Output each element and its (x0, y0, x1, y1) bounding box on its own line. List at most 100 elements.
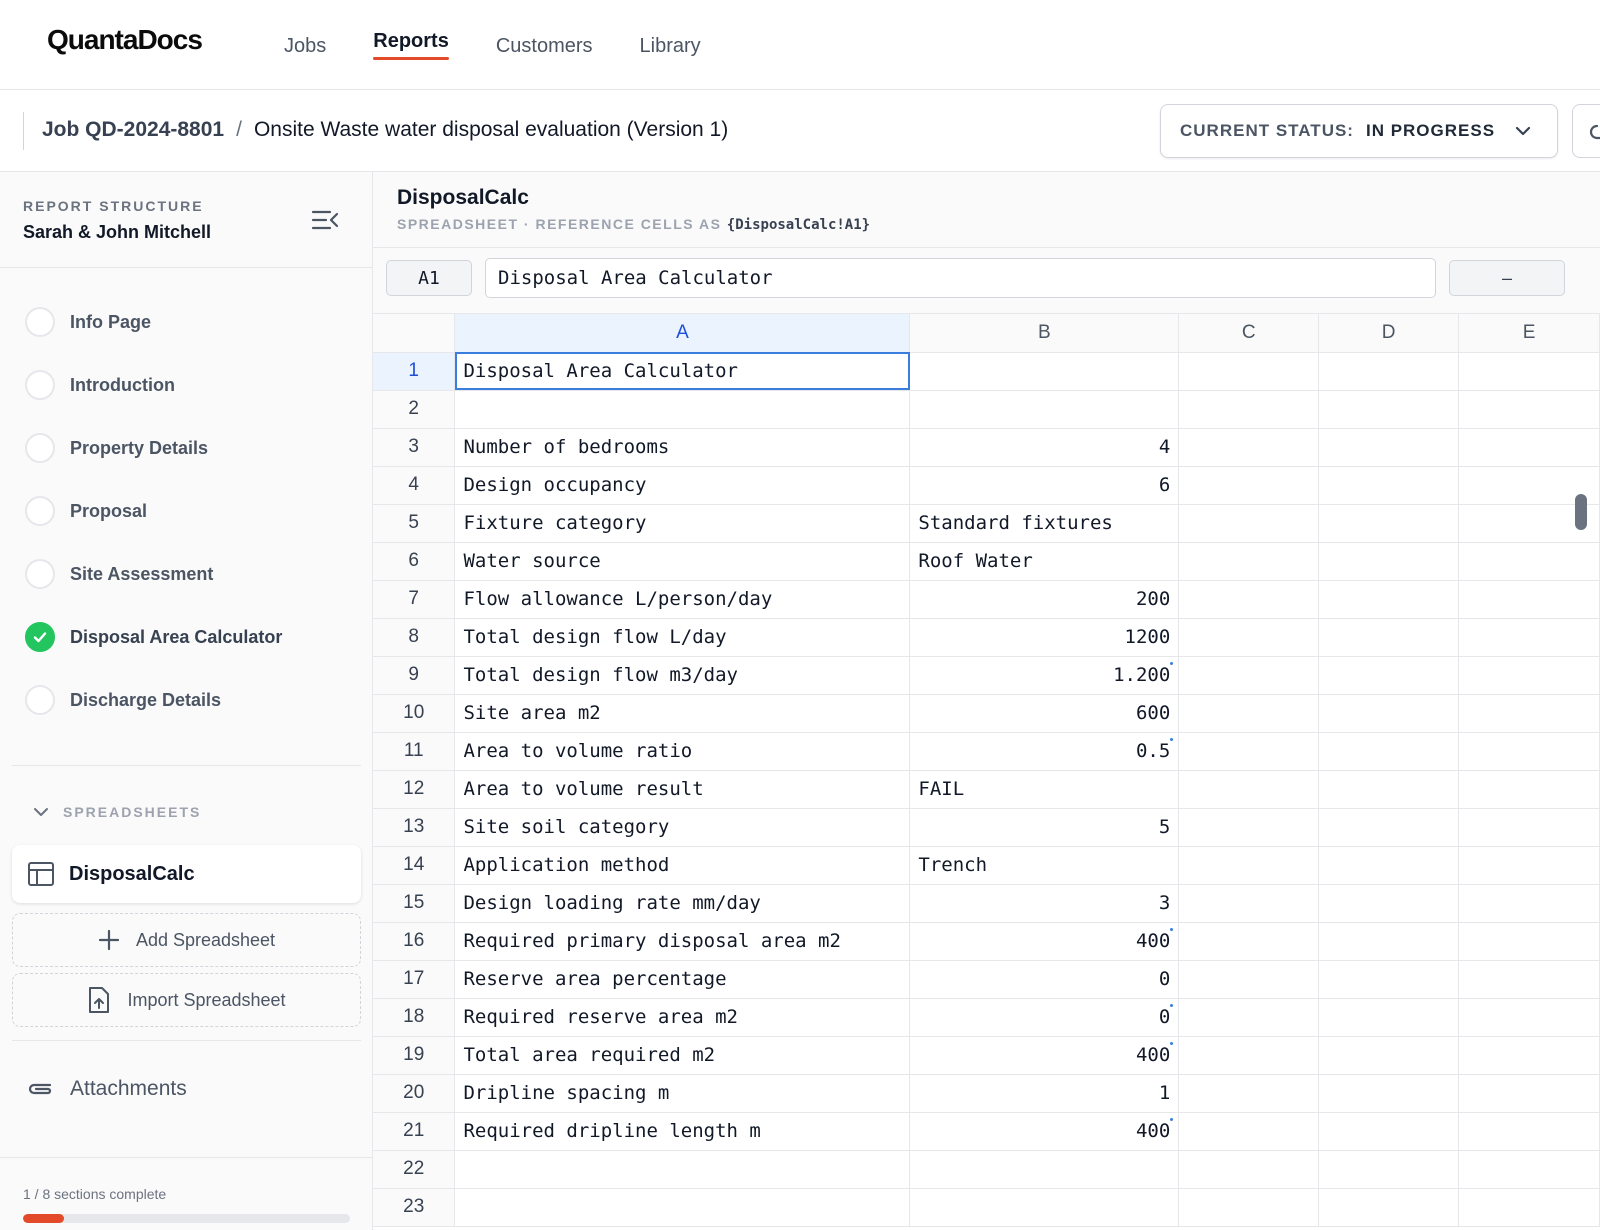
cell-b[interactable]: 6 (909, 466, 1180, 505)
cell-b[interactable]: Trench (909, 846, 1180, 885)
cell-c[interactable] (1178, 656, 1320, 695)
cell-c[interactable] (1178, 960, 1320, 999)
section-item-site-assessment[interactable]: Site Assessment (12, 548, 362, 600)
cell-a[interactable]: Design occupancy (454, 466, 911, 505)
cell-a[interactable]: Fixture category (454, 504, 911, 543)
column-header-e[interactable]: E (1458, 314, 1600, 353)
cell-a[interactable]: Required reserve area m2 (454, 998, 911, 1037)
cell-a[interactable] (454, 1188, 911, 1227)
column-header-c[interactable]: C (1178, 314, 1320, 353)
cell-b[interactable]: FAIL (909, 770, 1180, 809)
nav-library[interactable]: Library (640, 0, 701, 90)
cell-c[interactable] (1178, 1036, 1320, 1075)
cell-e[interactable] (1458, 694, 1600, 733)
cell-c[interactable] (1178, 580, 1320, 619)
row-header[interactable]: 5 (373, 504, 456, 543)
cell-a[interactable]: Area to volume result (454, 770, 911, 809)
row-header[interactable]: 19 (373, 1036, 456, 1075)
attachments-link[interactable]: Attachments (26, 1077, 187, 1101)
cell-b[interactable]: 400 (909, 1112, 1180, 1151)
cell-c[interactable] (1178, 542, 1320, 581)
cell-a[interactable]: Application method (454, 846, 911, 885)
row-header[interactable]: 6 (373, 542, 456, 581)
formula-input[interactable] (485, 258, 1436, 298)
cell-c[interactable] (1178, 466, 1320, 505)
row-header[interactable]: 14 (373, 846, 456, 885)
cell-a[interactable]: Flow allowance L/person/day (454, 580, 911, 619)
row-header[interactable]: 7 (373, 580, 456, 619)
row-header[interactable]: 15 (373, 884, 456, 923)
nav-jobs[interactable]: Jobs (284, 0, 326, 90)
cell-e[interactable] (1458, 770, 1600, 809)
cell-b[interactable]: 1200 (909, 618, 1180, 657)
cell-a[interactable] (454, 1150, 911, 1189)
row-header[interactable]: 12 (373, 770, 456, 809)
vertical-scrollbar[interactable] (1575, 494, 1587, 530)
cell-d[interactable] (1318, 466, 1460, 505)
spreadsheet-item-disposalcalc[interactable]: DisposalCalc (12, 845, 361, 903)
cell-c[interactable] (1178, 846, 1320, 885)
row-header[interactable]: 10 (373, 694, 456, 733)
cell-a[interactable]: Area to volume ratio (454, 732, 911, 771)
cell-d[interactable] (1318, 694, 1460, 733)
cell-d[interactable] (1318, 1036, 1460, 1075)
cell-a[interactable]: Disposal Area Calculator (454, 352, 911, 391)
collapse-sidebar-icon[interactable] (310, 208, 340, 232)
nav-customers[interactable]: Customers (496, 0, 593, 90)
cell-d[interactable] (1318, 884, 1460, 923)
cell-a[interactable]: Water source (454, 542, 911, 581)
share-button[interactable] (1572, 104, 1600, 158)
cell-c[interactable] (1178, 1150, 1320, 1189)
add-spreadsheet-button[interactable]: Add Spreadsheet (12, 913, 361, 967)
cell-c[interactable] (1178, 884, 1320, 923)
cell-c[interactable] (1178, 1112, 1320, 1151)
cell-c[interactable] (1178, 390, 1320, 429)
cell-d[interactable] (1318, 390, 1460, 429)
cell-d[interactable] (1318, 922, 1460, 961)
row-header[interactable]: 21 (373, 1112, 456, 1151)
cell-b[interactable] (909, 1188, 1180, 1227)
cell-b[interactable]: 0.5 (909, 732, 1180, 771)
cell-c[interactable] (1178, 618, 1320, 657)
section-item-property-details[interactable]: Property Details (12, 422, 362, 474)
cell-a[interactable] (454, 390, 911, 429)
row-header[interactable]: 22 (373, 1150, 456, 1189)
cell-c[interactable] (1178, 732, 1320, 771)
import-spreadsheet-button[interactable]: Import Spreadsheet (12, 973, 361, 1027)
cell-d[interactable] (1318, 808, 1460, 847)
cell-b[interactable]: 1.200 (909, 656, 1180, 695)
cell-c[interactable] (1178, 504, 1320, 543)
row-header[interactable]: 13 (373, 808, 456, 847)
spreadsheet-grid[interactable]: A B C D E 1 Disposal Area Calculator 2 3 Num… (373, 314, 1600, 1230)
cell-b[interactable]: 200 (909, 580, 1180, 619)
cell-b[interactable]: 400 (909, 922, 1180, 961)
corner-cell[interactable] (373, 314, 456, 353)
row-header[interactable]: 4 (373, 466, 456, 505)
cell-reference-box[interactable]: A1 (386, 260, 472, 296)
cell-a[interactable]: Total area required m2 (454, 1036, 911, 1075)
section-item-introduction[interactable]: Introduction (12, 359, 362, 411)
cell-b[interactable]: Roof Water (909, 542, 1180, 581)
cell-a[interactable]: Site area m2 (454, 694, 911, 733)
cell-b[interactable] (909, 352, 1180, 391)
cell-b[interactable]: 3 (909, 884, 1180, 923)
cell-b[interactable]: 600 (909, 694, 1180, 733)
column-header-b[interactable]: B (909, 314, 1180, 353)
row-header[interactable]: 18 (373, 998, 456, 1037)
cell-e[interactable] (1458, 732, 1600, 771)
cell-a[interactable]: Required primary disposal area m2 (454, 922, 911, 961)
cell-e[interactable] (1458, 846, 1600, 885)
cell-e[interactable] (1458, 808, 1600, 847)
spreadsheets-toggle[interactable]: SPREADSHEETS (33, 804, 201, 820)
cell-d[interactable] (1318, 618, 1460, 657)
section-item-proposal[interactable]: Proposal (12, 485, 362, 537)
cell-d[interactable] (1318, 770, 1460, 809)
cell-d[interactable] (1318, 428, 1460, 467)
cell-e[interactable] (1458, 922, 1600, 961)
nav-reports[interactable]: Reports (373, 0, 449, 90)
cell-b[interactable]: 5 (909, 808, 1180, 847)
cell-a[interactable]: Number of bedrooms (454, 428, 911, 467)
cell-c[interactable] (1178, 998, 1320, 1037)
cell-e[interactable] (1458, 352, 1600, 391)
cell-a[interactable]: Required dripline length m (454, 1112, 911, 1151)
